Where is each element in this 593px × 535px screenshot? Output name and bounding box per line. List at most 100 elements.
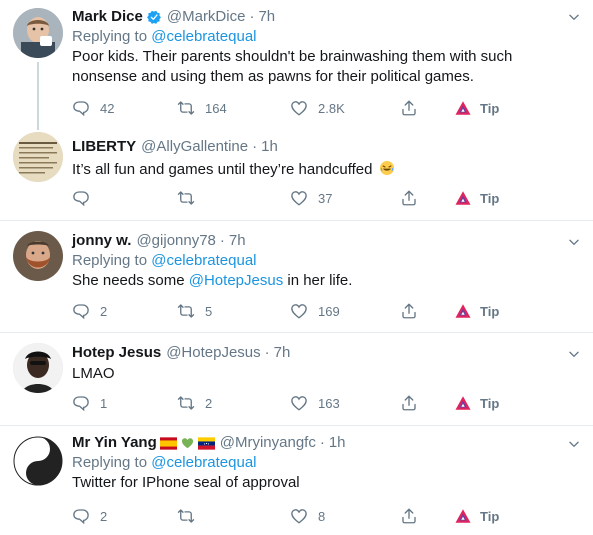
separator-dot: · [252, 138, 258, 155]
retweet-icon [177, 394, 195, 412]
mention-link[interactable]: @HotepJesus [189, 272, 283, 289]
avatar[interactable] [13, 436, 63, 486]
tweet-mark-dice[interactable]: Mark Dice @MarkDice · 7h Replying to @ce… [0, 0, 593, 126]
separator-dot: · [249, 8, 255, 25]
replying-to-label: Replying to [72, 252, 148, 269]
like-button[interactable]: 8 [290, 506, 325, 526]
like-count: 2.8K [318, 100, 345, 116]
replying-to-link[interactable]: @celebratequal [151, 252, 256, 269]
like-count: 37 [318, 190, 333, 206]
replying-to-link[interactable]: @celebratequal [151, 28, 256, 45]
display-name[interactable]: Mark Dice [72, 7, 143, 27]
reply-count: 42 [100, 100, 115, 116]
retweet-button[interactable] [177, 188, 205, 208]
timestamp[interactable]: 7h [274, 343, 291, 363]
reply-button[interactable]: 2 [72, 301, 107, 321]
tip-button[interactable]: Tip [454, 393, 499, 413]
tip-icon [454, 394, 472, 412]
green-heart-icon [181, 438, 193, 449]
timestamp[interactable]: 1h [261, 137, 278, 157]
share-button[interactable] [400, 506, 418, 526]
share-button[interactable] [400, 393, 418, 413]
share-button[interactable] [400, 98, 418, 118]
reply-button[interactable]: 1 [72, 393, 107, 413]
avatar[interactable] [13, 343, 63, 393]
avatar[interactable] [13, 231, 63, 281]
tip-button[interactable]: Tip [454, 506, 499, 526]
tip-icon [454, 507, 472, 525]
tweet-liberty[interactable]: LIBERTY @AllyGallentine · 1h It’s all fu… [0, 126, 593, 221]
tweet-header: Mark Dice @MarkDice · 7h [72, 7, 563, 27]
replying-to-link[interactable]: @celebratequal [151, 454, 256, 471]
reply-count: 1 [100, 395, 108, 411]
tweet-jonny-w[interactable]: jonny w. @gijonny78 · 7h Replying to @ce… [0, 221, 593, 333]
retweet-count: 164 [205, 100, 227, 116]
reply-count: 2 [100, 303, 108, 319]
retweet-icon [177, 189, 195, 207]
tip-label: Tip [480, 100, 500, 116]
user-handle[interactable]: @MarkDice [167, 7, 246, 27]
timestamp[interactable]: 7h [258, 7, 275, 27]
reply-icon [72, 99, 90, 117]
tweet-header: Mr Yin Yang @Mryinyangfc · 1h [72, 433, 563, 453]
heart-icon [290, 507, 308, 525]
heart-icon [290, 302, 308, 320]
retweet-icon [177, 507, 195, 525]
replying-to-line: Replying to @celebratequal [72, 453, 563, 473]
display-name[interactable]: LIBERTY [72, 137, 136, 157]
tweet-body: Hotep Jesus @HotepJesus · 7h LMAO [72, 343, 563, 384]
chevron-down-icon[interactable] [567, 235, 581, 249]
heart-icon [290, 394, 308, 412]
tip-button[interactable]: Tip [454, 301, 499, 321]
avatar[interactable] [13, 8, 63, 58]
display-name[interactable]: jonny w. [72, 231, 131, 251]
reply-count: 2 [100, 508, 108, 524]
share-button[interactable] [400, 188, 418, 208]
retweet-button[interactable]: 2 [177, 393, 212, 413]
avatar-liberty-image [13, 132, 63, 182]
tweet-mr-yin-yang[interactable]: Mr Yin Yang @Mryinyangfc · 1h Replying t… [0, 426, 593, 535]
tweet-text: Poor kids. Their parents shouldn't be br… [72, 48, 513, 85]
display-name[interactable]: Hotep Jesus [72, 343, 161, 363]
timestamp[interactable]: 1h [329, 433, 346, 453]
user-handle[interactable]: @gijonny78 [136, 231, 215, 251]
like-button[interactable]: 2.8K [290, 98, 345, 118]
retweet-button[interactable]: 5 [177, 301, 212, 321]
tweet-actions: 2 5 169 Tip [72, 301, 562, 321]
user-handle[interactable]: @Mryinyangfc [220, 433, 316, 453]
chevron-down-icon[interactable] [567, 347, 581, 361]
display-name[interactable]: Mr Yin Yang [72, 433, 157, 453]
retweet-button[interactable] [177, 506, 205, 526]
tweet-text: LMAO [72, 365, 115, 382]
tweet-text-before: She needs some [72, 272, 185, 289]
like-button[interactable]: 163 [290, 393, 340, 413]
tip-button[interactable]: Tip [454, 188, 499, 208]
user-handle[interactable]: @AllyGallentine [141, 137, 248, 157]
tweet-body: Mr Yin Yang @Mryinyangfc · 1h Replying t… [72, 433, 563, 493]
rolling-laughing-emoji-icon [379, 161, 394, 175]
share-button[interactable] [400, 301, 418, 321]
reply-feed: Mark Dice @MarkDice · 7h Replying to @ce… [0, 0, 593, 535]
like-button[interactable]: 169 [290, 301, 340, 321]
user-handle[interactable]: @HotepJesus [166, 343, 260, 363]
retweet-icon [177, 99, 195, 117]
tweet-hotep-jesus[interactable]: Hotep Jesus @HotepJesus · 7h LMAO 1 2 16… [0, 333, 593, 426]
chevron-down-icon[interactable] [567, 10, 581, 24]
tip-icon [454, 189, 472, 207]
reply-button[interactable]: 42 [72, 98, 114, 118]
share-icon [400, 189, 418, 207]
like-count: 163 [318, 395, 340, 411]
retweet-button[interactable]: 164 [177, 98, 227, 118]
tweet-body: jonny w. @gijonny78 · 7h Replying to @ce… [72, 231, 563, 291]
reply-button[interactable] [72, 188, 100, 208]
reply-icon [72, 507, 90, 525]
timestamp[interactable]: 7h [229, 231, 246, 251]
tip-label: Tip [480, 190, 500, 206]
avatar[interactable] [13, 132, 63, 182]
reply-button[interactable]: 2 [72, 506, 107, 526]
tip-button[interactable]: Tip [454, 98, 499, 118]
like-button[interactable]: 37 [290, 188, 332, 208]
separator-dot: · [219, 232, 225, 249]
replying-to-label: Replying to [72, 454, 148, 471]
chevron-down-icon[interactable] [567, 437, 581, 451]
